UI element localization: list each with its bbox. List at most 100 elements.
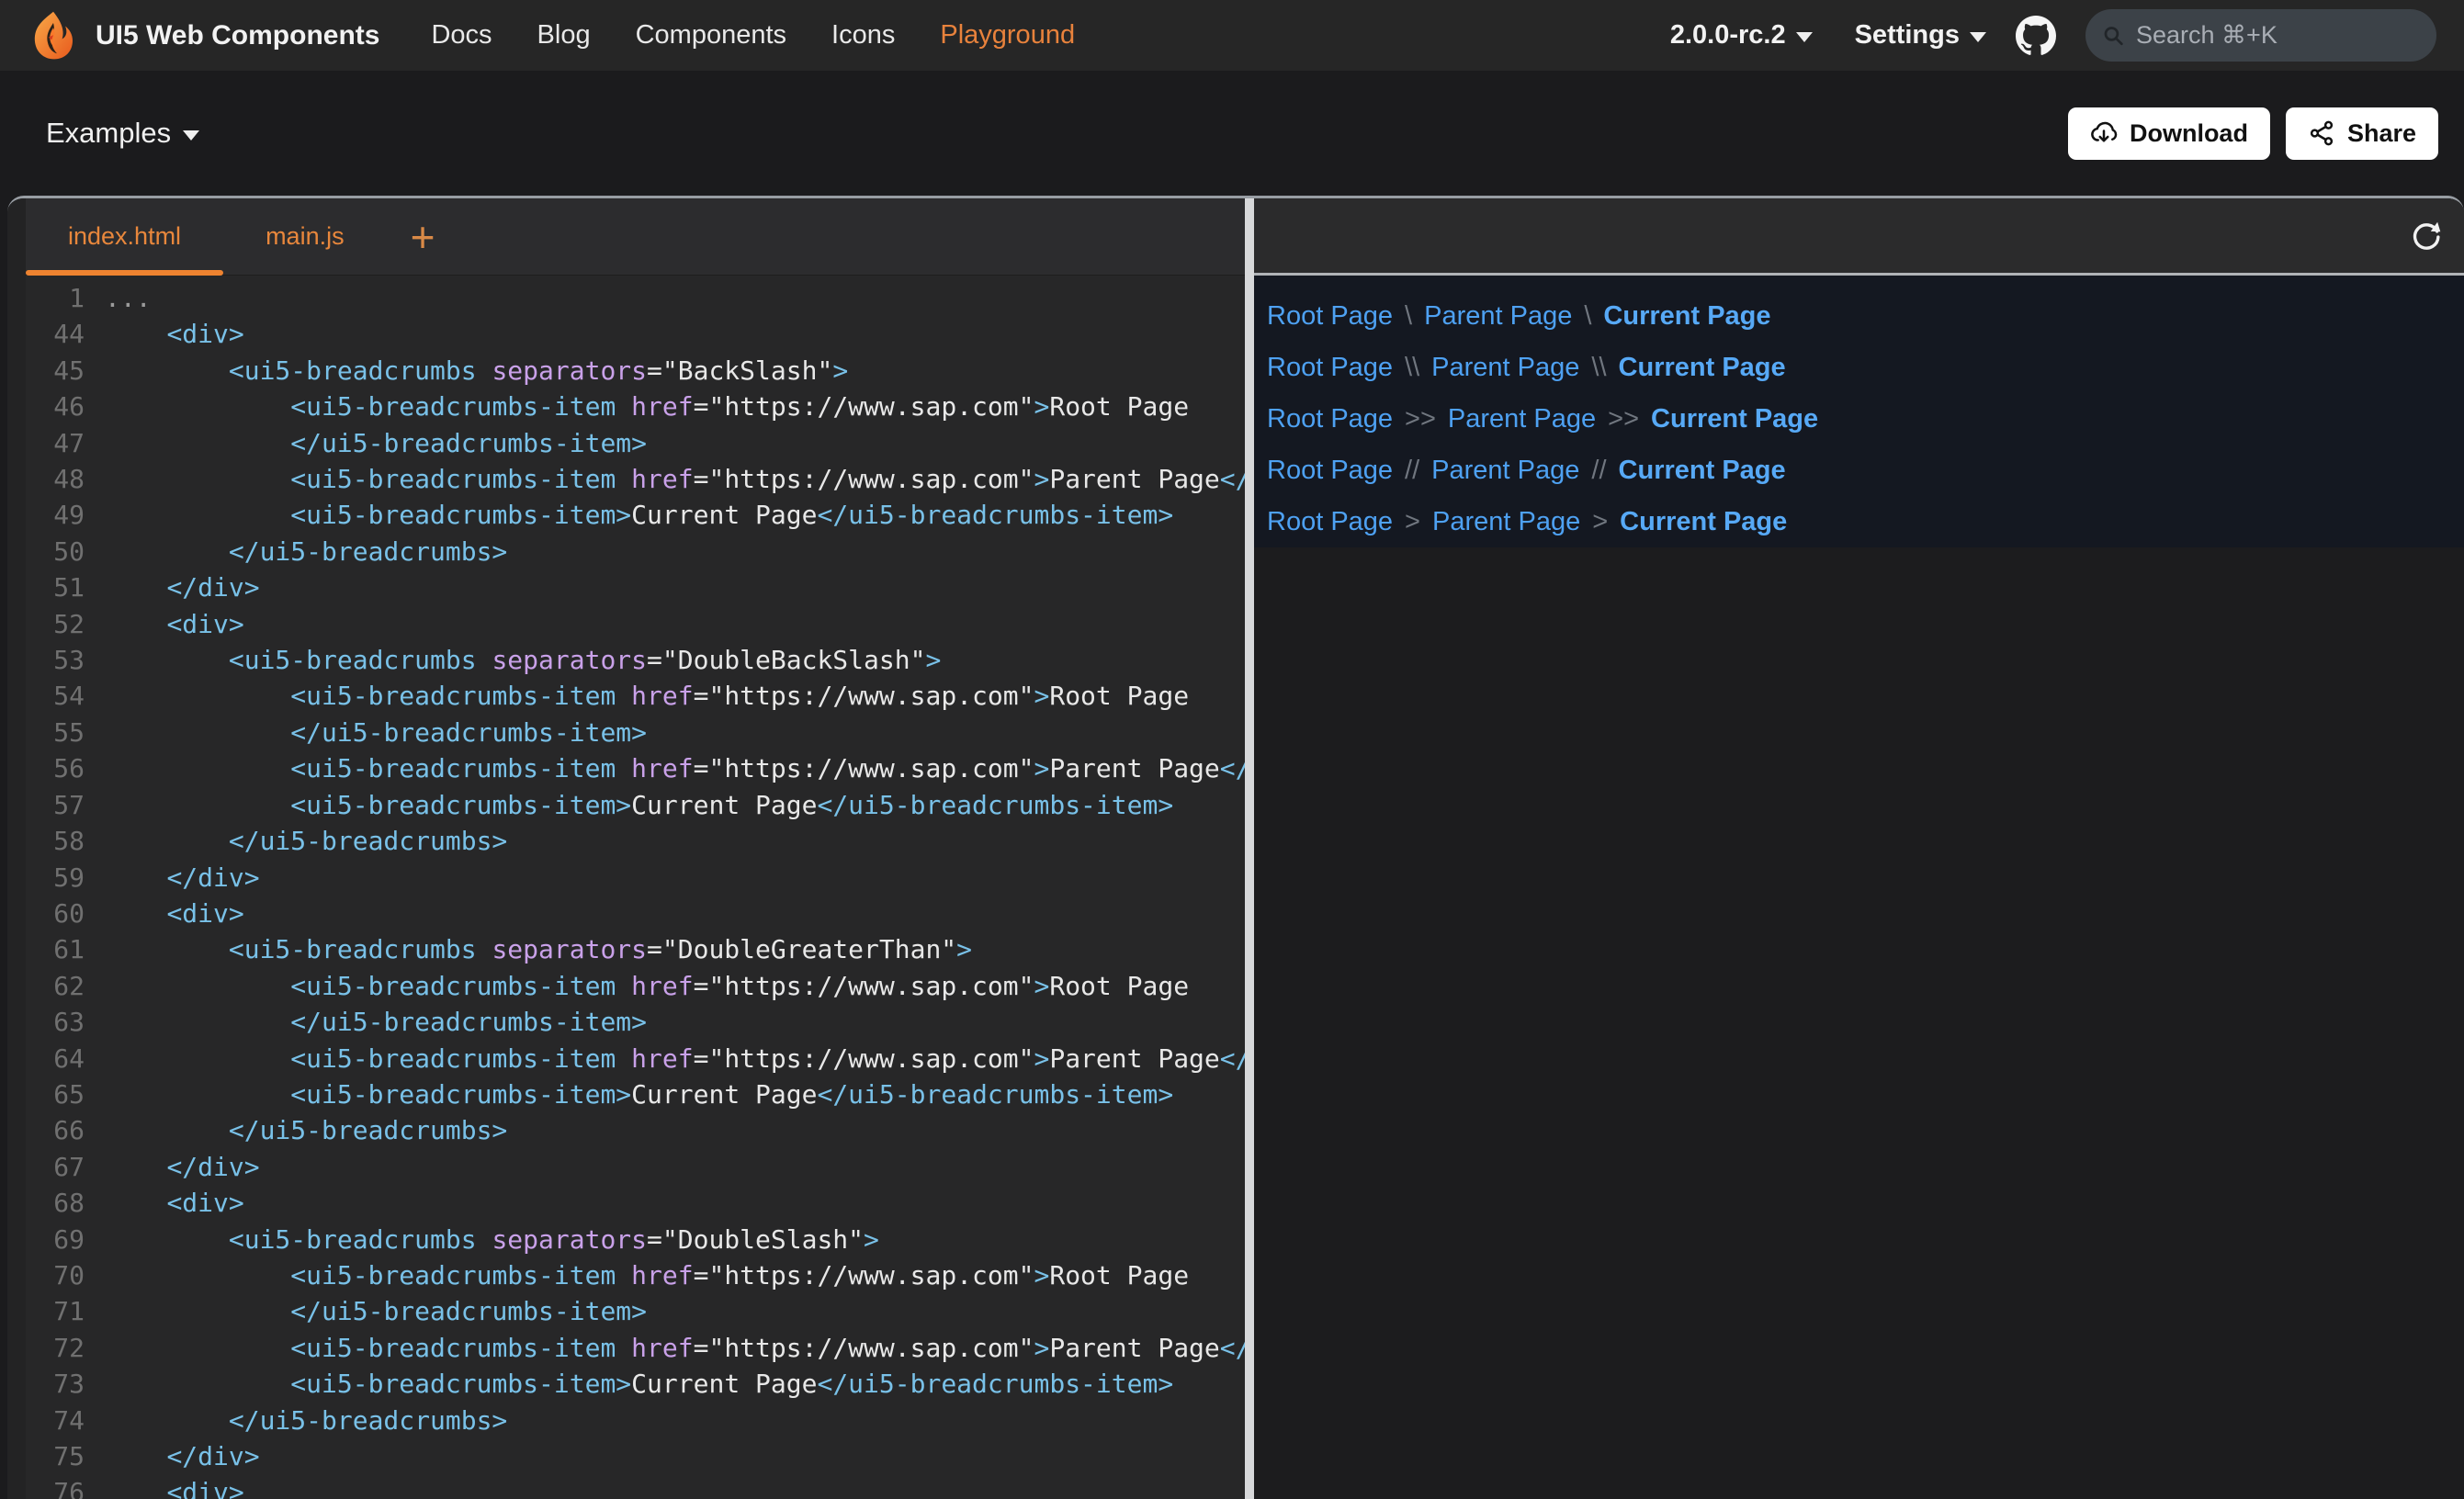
version-dropdown[interactable]: 2.0.0-rc.2 bbox=[1670, 20, 1813, 51]
line-number: 59 bbox=[26, 860, 85, 896]
code-line-content: <ui5-breadcrumbs separators="DoubleGreat… bbox=[105, 931, 972, 967]
code-line: 44 <div> bbox=[26, 316, 1245, 352]
code-line-content: <ui5-breadcrumbs-item href="https://www.… bbox=[105, 1330, 1245, 1366]
ui5-logo-icon[interactable] bbox=[28, 10, 79, 62]
code-line-content: <ui5-breadcrumbs-item href="https://www.… bbox=[105, 389, 1189, 424]
brand-title[interactable]: UI5 Web Components bbox=[96, 20, 379, 51]
examples-label: Examples bbox=[46, 117, 171, 150]
breadcrumb-link[interactable]: Root Page bbox=[1267, 404, 1393, 434]
breadcrumb-separator: > bbox=[1592, 507, 1608, 537]
settings-dropdown[interactable]: Settings bbox=[1855, 20, 1986, 51]
breadcrumb-link[interactable]: Parent Page bbox=[1424, 301, 1572, 332]
preview-document: Root Page\Parent Page\Current PageRoot P… bbox=[1254, 276, 2464, 547]
code-line-content: <div> bbox=[105, 896, 244, 931]
download-button[interactable]: Download bbox=[2068, 107, 2270, 160]
nav-link-docs[interactable]: Docs bbox=[431, 20, 492, 51]
caret-down-icon bbox=[183, 130, 199, 141]
code-line-content: </div> bbox=[105, 569, 260, 605]
refresh-icon[interactable] bbox=[2409, 219, 2444, 254]
reload-arrow-icon bbox=[2409, 219, 2444, 254]
breadcrumb-separator: \\ bbox=[1591, 353, 1606, 383]
line-number: 71 bbox=[26, 1293, 85, 1329]
line-number: 49 bbox=[26, 497, 85, 533]
code-line: 63 </ui5-breadcrumbs-item> bbox=[26, 1004, 1245, 1040]
code-line: 65 <ui5-breadcrumbs-item>Current Page</u… bbox=[26, 1076, 1245, 1112]
code-line: 55 </ui5-breadcrumbs-item> bbox=[26, 715, 1245, 750]
breadcrumb-separator: >> bbox=[1405, 404, 1436, 434]
line-number: 66 bbox=[26, 1112, 85, 1148]
line-number: 50 bbox=[26, 534, 85, 569]
nav-link-playground[interactable]: Playground bbox=[940, 20, 1075, 51]
code-line: 48 <ui5-breadcrumbs-item href="https://w… bbox=[26, 461, 1245, 497]
line-number: 45 bbox=[26, 353, 85, 389]
examples-toolbar: Examples Download Share bbox=[0, 71, 2464, 196]
line-number: 60 bbox=[26, 896, 85, 931]
breadcrumb-link[interactable]: Root Page bbox=[1267, 507, 1393, 537]
code-line: 49 <ui5-breadcrumbs-item>Current Page</u… bbox=[26, 497, 1245, 533]
github-icon[interactable] bbox=[2016, 16, 2056, 56]
breadcrumb-row: Root Page > Parent Page > Current Page bbox=[1267, 496, 2464, 547]
code-line: 57 <ui5-breadcrumbs-item>Current Page</u… bbox=[26, 787, 1245, 823]
add-tab-button[interactable]: + bbox=[401, 198, 445, 275]
breadcrumb-separator: >> bbox=[1608, 404, 1639, 434]
code-line: 45 <ui5-breadcrumbs separators="BackSlas… bbox=[26, 353, 1245, 389]
line-number: 61 bbox=[26, 931, 85, 967]
code-line-content: <ui5-breadcrumbs-item href="https://www.… bbox=[105, 968, 1189, 1004]
line-number: 65 bbox=[26, 1076, 85, 1112]
breadcrumb-row: Root Page//Parent Page//Current Page bbox=[1267, 445, 2464, 496]
code-line-content: <ui5-breadcrumbs-item>Current Page</ui5-… bbox=[105, 787, 1173, 823]
breadcrumb-separator: // bbox=[1405, 456, 1419, 486]
breadcrumb-link[interactable]: Root Page bbox=[1267, 301, 1393, 332]
code-line-content: <ui5-breadcrumbs-item>Current Page</ui5-… bbox=[105, 1076, 1173, 1112]
share-label: Share bbox=[2347, 119, 2416, 148]
code-line: 50 </ui5-breadcrumbs> bbox=[26, 534, 1245, 569]
line-number: 63 bbox=[26, 1004, 85, 1040]
code-line-content: <div> bbox=[105, 606, 244, 642]
breadcrumb-link[interactable]: Root Page bbox=[1267, 456, 1393, 486]
line-number: 62 bbox=[26, 968, 85, 1004]
code-line-content: <ui5-breadcrumbs-item href="https://www.… bbox=[105, 678, 1189, 714]
breadcrumb-current: Current Page bbox=[1619, 353, 1786, 383]
tab-index.html[interactable]: index.html bbox=[26, 198, 223, 275]
share-button[interactable]: Share bbox=[2286, 107, 2438, 160]
nav-link-icons[interactable]: Icons bbox=[831, 20, 895, 51]
line-number: 67 bbox=[26, 1149, 85, 1185]
code-line-content: <ui5-breadcrumbs-item href="https://www.… bbox=[105, 1257, 1189, 1293]
code-line: 1... bbox=[26, 280, 1245, 316]
line-number: 73 bbox=[26, 1366, 85, 1402]
breadcrumb-row: Root Page\Parent Page\Current Page bbox=[1267, 290, 2464, 342]
breadcrumb-link[interactable]: Root Page bbox=[1267, 353, 1393, 383]
code-line-content: <ui5-breadcrumbs separators="DoubleBackS… bbox=[105, 642, 941, 678]
code-line: 61 <ui5-breadcrumbs separators="DoubleGr… bbox=[26, 931, 1245, 967]
nav-links: Docs Blog Components Icons Playground bbox=[431, 20, 1075, 51]
search-input[interactable] bbox=[2136, 21, 2420, 50]
examples-dropdown[interactable]: Examples bbox=[46, 117, 199, 150]
breadcrumb-separator: \ bbox=[1584, 301, 1591, 332]
code-line-content: </div> bbox=[105, 1149, 260, 1185]
breadcrumb-separator: \ bbox=[1405, 301, 1412, 332]
panel-splitter[interactable] bbox=[1245, 198, 1254, 1499]
breadcrumb-row: Root Page>>Parent Page>>Current Page bbox=[1267, 393, 2464, 445]
code-line: 53 <ui5-breadcrumbs separators="DoubleBa… bbox=[26, 642, 1245, 678]
code-line: 58 </ui5-breadcrumbs> bbox=[26, 823, 1245, 859]
github-octocat-icon bbox=[2016, 16, 2056, 56]
code-line-content: </ui5-breadcrumbs> bbox=[105, 534, 507, 569]
breadcrumb-link[interactable]: Parent Page bbox=[1448, 404, 1596, 434]
nav-link-components[interactable]: Components bbox=[636, 20, 786, 51]
tab-main.js[interactable]: main.js bbox=[223, 198, 387, 275]
code-line: 52 <div> bbox=[26, 606, 1245, 642]
breadcrumb-link[interactable]: Parent Page bbox=[1432, 507, 1580, 537]
search-icon bbox=[2102, 23, 2125, 49]
breadcrumb-current: Current Page bbox=[1619, 456, 1786, 486]
breadcrumb-link[interactable]: Parent Page bbox=[1431, 353, 1579, 383]
line-number: 68 bbox=[26, 1185, 85, 1221]
search-box[interactable] bbox=[2085, 9, 2436, 62]
breadcrumb-separator: > bbox=[1405, 507, 1420, 537]
breadcrumb-current: Current Page bbox=[1620, 507, 1787, 537]
code-line: 69 <ui5-breadcrumbs separators="DoubleSl… bbox=[26, 1222, 1245, 1257]
code-line-content: <ui5-breadcrumbs separators="BackSlash"> bbox=[105, 353, 848, 389]
code-line: 54 <ui5-breadcrumbs-item href="https://w… bbox=[26, 678, 1245, 714]
nav-link-blog[interactable]: Blog bbox=[537, 20, 591, 51]
code-area[interactable]: 1...44 <div>45 <ui5-breadcrumbs separato… bbox=[26, 276, 1245, 1499]
breadcrumb-link[interactable]: Parent Page bbox=[1431, 456, 1579, 486]
